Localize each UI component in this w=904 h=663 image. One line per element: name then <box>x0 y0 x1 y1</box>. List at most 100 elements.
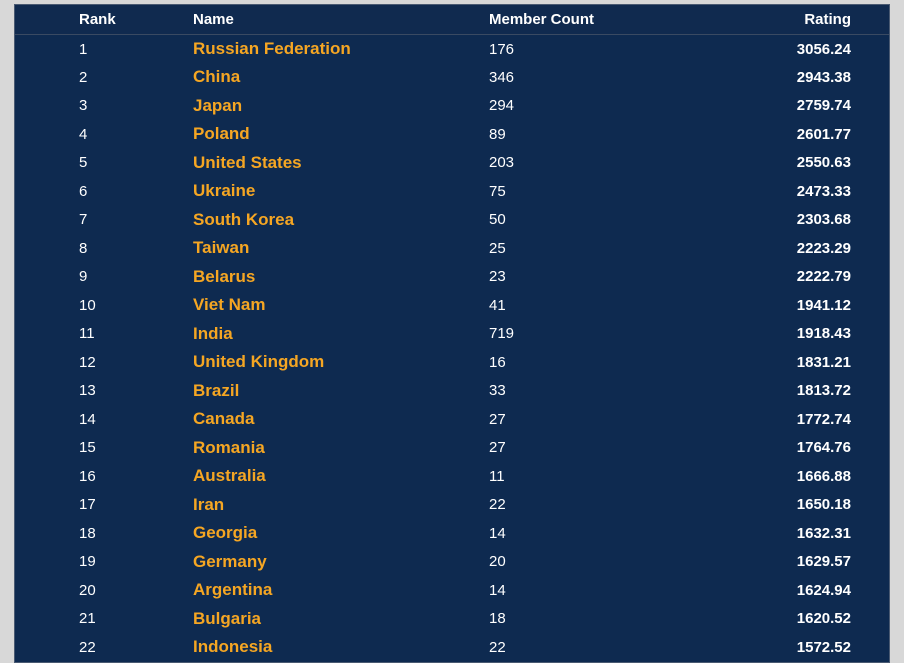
header-member-count: Member Count <box>481 5 667 35</box>
rating-cell: 3056.24 <box>667 35 889 64</box>
name-cell: Iran <box>185 491 481 520</box>
header-rank: Rank <box>15 5 185 35</box>
rating-cell: 2223.29 <box>667 234 889 263</box>
name-cell: Ukraine <box>185 177 481 206</box>
member-count-cell: 176 <box>481 35 667 64</box>
country-link[interactable]: Georgia <box>193 523 257 542</box>
country-link[interactable]: Indonesia <box>193 637 272 656</box>
rankings-table: Rank Name Member Count Rating 1 Russian F… <box>15 5 889 662</box>
member-count-cell: 89 <box>481 120 667 149</box>
header-rating: Rating <box>667 5 889 35</box>
table-row: 10Viet Nam411941.12 <box>15 291 889 320</box>
rank-cell: 21 <box>15 605 185 634</box>
country-link[interactable]: Japan <box>193 96 242 115</box>
rating-cell: 1624.94 <box>667 576 889 605</box>
table-row: 19Germany201629.57 <box>15 548 889 577</box>
rating-cell: 1666.88 <box>667 462 889 491</box>
country-link[interactable]: United States <box>193 153 302 172</box>
rating-cell: 1813.72 <box>667 377 889 406</box>
rating-cell: 1918.43 <box>667 320 889 349</box>
name-cell: Australia <box>185 462 481 491</box>
name-cell: South Korea <box>185 206 481 235</box>
member-count-cell: 22 <box>481 491 667 520</box>
rating-cell: 1831.21 <box>667 348 889 377</box>
rating-cell: 2303.68 <box>667 206 889 235</box>
name-cell: Georgia <box>185 519 481 548</box>
member-count-cell: 27 <box>481 405 667 434</box>
country-link[interactable]: Argentina <box>193 580 272 599</box>
country-link[interactable]: Australia <box>193 466 266 485</box>
name-cell: United States <box>185 149 481 178</box>
table-row: 4Poland892601.77 <box>15 120 889 149</box>
country-link[interactable]: China <box>193 67 240 86</box>
rank-cell: 1 <box>15 35 185 64</box>
member-count-cell: 33 <box>481 377 667 406</box>
table-row: 2China3462943.38 <box>15 63 889 92</box>
rankings-table-container: Rank Name Member Count Rating 1 Russian F… <box>14 4 890 663</box>
table-row: 12 United Kingdom 161831.21 <box>15 348 889 377</box>
member-count-cell: 14 <box>481 576 667 605</box>
country-link[interactable]: India <box>193 324 233 343</box>
table-header-row: Rank Name Member Count Rating <box>15 5 889 35</box>
name-cell: Viet Nam <box>185 291 481 320</box>
name-cell: China <box>185 63 481 92</box>
name-cell: Japan <box>185 92 481 121</box>
member-count-cell: 25 <box>481 234 667 263</box>
country-link[interactable]: Bulgaria <box>193 609 261 628</box>
rating-cell: 1620.52 <box>667 605 889 634</box>
rating-cell: 1572.52 <box>667 633 889 662</box>
table-row: 20 Argentina 141624.94 <box>15 576 889 605</box>
country-link[interactable]: South Korea <box>193 210 294 229</box>
rating-cell: 2550.63 <box>667 149 889 178</box>
member-count-cell: 41 <box>481 291 667 320</box>
member-count-cell: 11 <box>481 462 667 491</box>
table-row: 1 Russian Federation 1763056.24 <box>15 35 889 64</box>
rank-cell: 19 <box>15 548 185 577</box>
member-count-cell: 203 <box>481 149 667 178</box>
country-link[interactable]: Belarus <box>193 267 255 286</box>
country-link[interactable]: Russian Federation <box>193 39 351 58</box>
rating-cell: 1772.74 <box>667 405 889 434</box>
rank-cell: 4 <box>15 120 185 149</box>
rank-cell: 6 <box>15 177 185 206</box>
member-count-cell: 719 <box>481 320 667 349</box>
rank-cell: 15 <box>15 434 185 463</box>
name-cell: United Kingdom <box>185 348 481 377</box>
member-count-cell: 27 <box>481 434 667 463</box>
country-link[interactable]: Viet Nam <box>193 295 265 314</box>
country-link[interactable]: Germany <box>193 552 267 571</box>
name-cell: Poland <box>185 120 481 149</box>
rating-cell: 1764.76 <box>667 434 889 463</box>
rank-cell: 12 <box>15 348 185 377</box>
rank-cell: 17 <box>15 491 185 520</box>
country-link[interactable]: Taiwan <box>193 238 249 257</box>
table-row: 14Canada271772.74 <box>15 405 889 434</box>
rating-cell: 2222.79 <box>667 263 889 292</box>
rank-cell: 16 <box>15 462 185 491</box>
country-link[interactable]: Iran <box>193 495 224 514</box>
table-row: 13 Brazil 331813.72 <box>15 377 889 406</box>
table-body: 1Russian Federation1763056.242China34629… <box>15 35 889 662</box>
table-row: 7South Korea502303.68 <box>15 206 889 235</box>
rating-cell: 2943.38 <box>667 63 889 92</box>
rank-cell: 8 <box>15 234 185 263</box>
country-link[interactable]: Romania <box>193 438 265 457</box>
member-count-cell: 50 <box>481 206 667 235</box>
member-count-cell: 294 <box>481 92 667 121</box>
rank-cell: 13 <box>15 377 185 406</box>
country-link[interactable]: Canada <box>193 409 254 428</box>
table-row: 5United States2032550.63 <box>15 149 889 178</box>
country-link[interactable]: Brazil <box>193 381 239 400</box>
rating-cell: 2473.33 <box>667 177 889 206</box>
table-row: 11India7191918.43 <box>15 320 889 349</box>
rating-cell: 2759.74 <box>667 92 889 121</box>
name-cell: Russian Federation <box>185 35 481 64</box>
country-link[interactable]: United Kingdom <box>193 352 324 371</box>
country-link[interactable]: Poland <box>193 124 250 143</box>
table-row: 22Indonesia221572.52 <box>15 633 889 662</box>
name-cell: India <box>185 320 481 349</box>
member-count-cell: 16 <box>481 348 667 377</box>
rating-cell: 1632.31 <box>667 519 889 548</box>
rank-cell: 20 <box>15 576 185 605</box>
country-link[interactable]: Ukraine <box>193 181 255 200</box>
